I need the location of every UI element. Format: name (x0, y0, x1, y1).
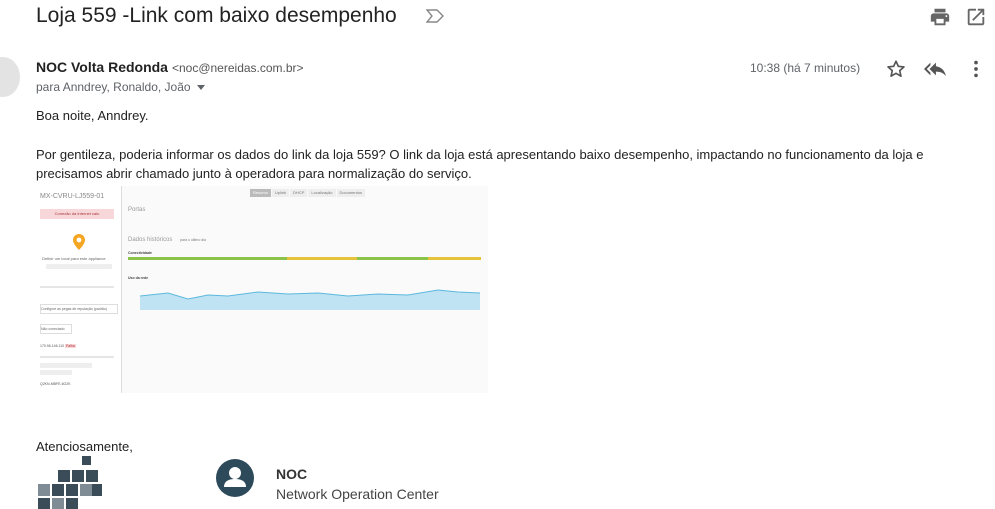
star-icon[interactable] (885, 58, 907, 80)
sender-email: <noc@nereidas.com.br> (171, 61, 304, 75)
recipients-line[interactable]: para Anndrey, Ronaldo, João (36, 80, 205, 94)
alert-banner: Conexão da Internet caiu (40, 209, 114, 219)
person-icon (216, 459, 254, 497)
tab-resumo[interactable]: Resumo (250, 189, 271, 197)
open-in-new-window-icon[interactable] (965, 6, 987, 28)
tab-localizacao[interactable]: Localização (308, 189, 336, 197)
tab-uplink[interactable]: Uplink (271, 189, 290, 197)
greeting: Boa noite, Anndrey. (36, 108, 149, 123)
device-name: MX-CVRU-LJ559-01 (40, 193, 105, 200)
usage-label: Uso da rede (128, 276, 149, 280)
recipients: para Anndrey, Ronaldo, João (36, 80, 191, 94)
tab-dhcp[interactable]: DHCP (290, 189, 308, 197)
map-pin-icon (73, 234, 85, 250)
more-vert-icon[interactable] (965, 58, 987, 80)
body-line-2: precisamos abrir chamado junto à operado… (36, 166, 472, 181)
chevron-down-icon[interactable] (196, 85, 205, 91)
sender-name[interactable]: NOC Volta Redonda (36, 59, 168, 75)
tab-documentos[interactable]: Documentos (336, 189, 365, 197)
device-sidebar: MX-CVRU-LJ559-01 Conexão da Internet cai… (36, 186, 122, 393)
signature-subtitle: Network Operation Center (276, 486, 439, 502)
sender-line: NOC Volta Redonda <noc@nereidas.com.br> (36, 59, 304, 75)
tab-bar: Resumo Uplink DHCP Localização Documento… (250, 189, 365, 197)
print-icon[interactable] (929, 6, 951, 28)
wan-ip: 170.96.146.110 Falha (40, 344, 76, 348)
timestamp: 10:38 (há 7 minutos) (750, 61, 861, 75)
embedded-dashboard-screenshot[interactable]: MX-CVRU-LJ559-01 Conexão da Internet cai… (36, 186, 488, 393)
config-field: Configure as pegas de reputação (padrão) (40, 304, 118, 314)
email-subject: Loja 559 -Link com baixo desempenho (36, 4, 397, 27)
company-logo (38, 456, 102, 509)
ports-label: Portas (128, 207, 146, 213)
map-caption: Definir um local para este appliance (42, 256, 106, 261)
signature-title: NOC (276, 466, 308, 482)
connectivity-bar (128, 257, 481, 260)
sender-avatar (0, 57, 20, 97)
body-line-1: Por gentileza, poderia informar os dados… (36, 147, 924, 162)
label-importance-icon[interactable] (426, 9, 444, 23)
history-label: Dados históricos para o último dia (128, 237, 206, 243)
serial: Q2KN-MBFE-6G2K (40, 382, 71, 386)
reply-all-icon[interactable] (924, 58, 946, 80)
usage-chart (139, 289, 481, 310)
connectivity-label: Conectividade (128, 251, 152, 255)
status-field: Não conectado (40, 324, 72, 334)
closing: Atenciosamente, (36, 439, 133, 454)
